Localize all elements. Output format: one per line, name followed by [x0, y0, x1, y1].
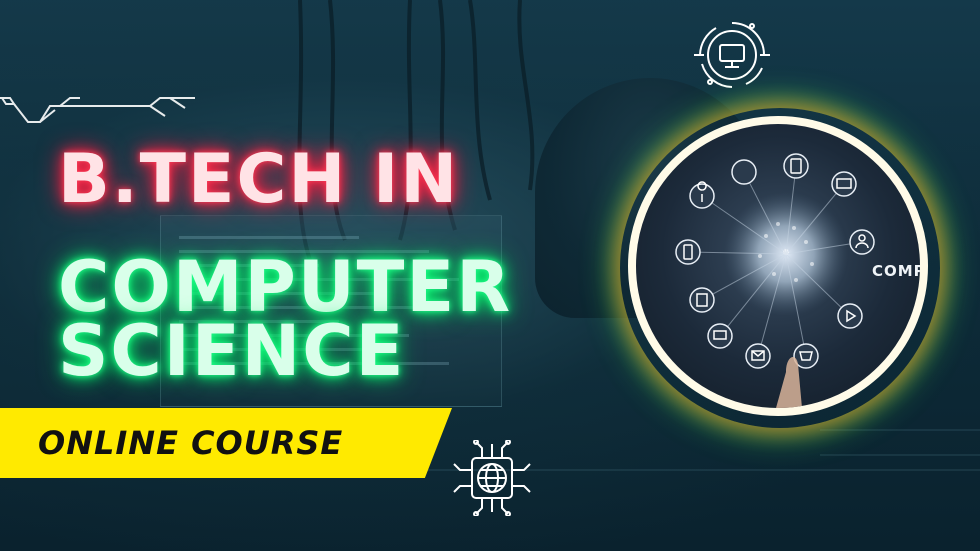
play-icon: [837, 303, 863, 329]
course-banner: B.TECH IN COMPUTER SCIENCE ONLINE COURSE: [0, 0, 980, 551]
online-course-label: ONLINE COURSE: [38, 424, 344, 462]
monitor-icon: [707, 323, 733, 349]
person-icon: [849, 229, 875, 255]
tech-circle-image: COMPUTE: [628, 116, 928, 416]
compute-label: COMPUTE: [872, 262, 926, 280]
laptop-icon: [831, 171, 857, 197]
circuit-line-icon: [0, 97, 195, 123]
monitor-chip-icon: [694, 22, 770, 88]
document-icon: [689, 287, 715, 313]
headline-line-3: SCIENCE: [58, 310, 406, 392]
globe-circuit-icon: [453, 440, 531, 516]
mobile-icon: [783, 153, 809, 179]
globe-icon: [731, 159, 757, 185]
mobile-icon: [675, 239, 701, 265]
headline-line-1: B.TECH IN: [58, 140, 460, 219]
